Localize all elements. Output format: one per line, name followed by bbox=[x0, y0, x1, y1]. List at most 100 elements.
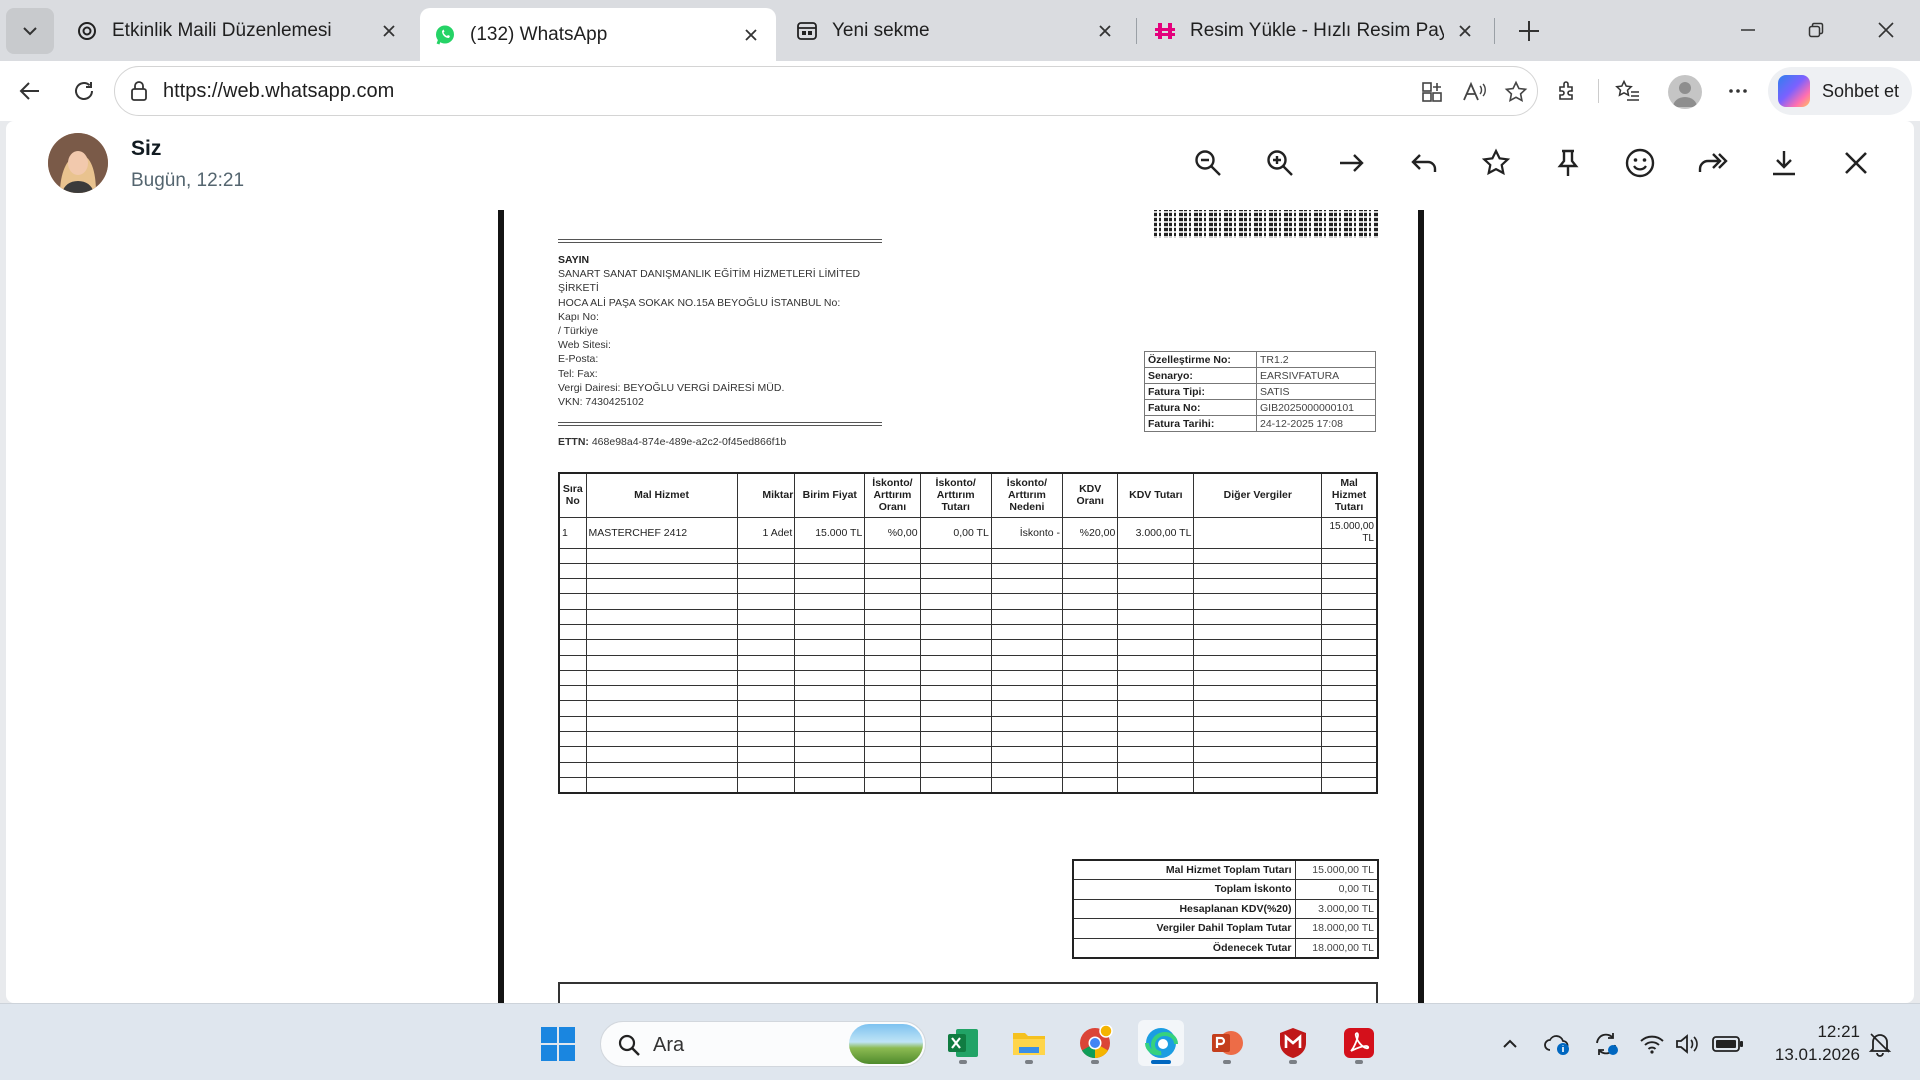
table-cell-empty bbox=[585, 547, 738, 564]
avatar[interactable] bbox=[48, 133, 108, 193]
mcafee-shield-icon bbox=[1280, 1028, 1306, 1058]
total-key: Vergiler Dahil Toplam Tutar bbox=[1072, 918, 1296, 939]
taskbar-acrobat[interactable] bbox=[1336, 1020, 1382, 1066]
zoom-in-button[interactable] bbox=[1258, 141, 1302, 185]
star-button[interactable] bbox=[1474, 141, 1518, 185]
close-icon[interactable] bbox=[1454, 20, 1476, 42]
battery-tray-icon[interactable] bbox=[1712, 1028, 1744, 1060]
table-cell-empty bbox=[794, 623, 866, 641]
close-icon[interactable] bbox=[378, 20, 400, 42]
taskbar-chrome[interactable] bbox=[1072, 1020, 1118, 1066]
table-cell-empty bbox=[736, 776, 796, 794]
wifi-tray-icon[interactable] bbox=[1636, 1028, 1668, 1060]
show-hidden-icons-button[interactable] bbox=[1494, 1028, 1526, 1060]
taskbar-file-explorer[interactable] bbox=[1006, 1020, 1052, 1066]
new-tab-button[interactable] bbox=[1510, 12, 1548, 50]
taskbar-edge[interactable] bbox=[1138, 1020, 1184, 1066]
back-button[interactable] bbox=[10, 71, 50, 111]
forward-icon bbox=[1698, 153, 1728, 172]
table-cell-empty bbox=[1193, 623, 1323, 641]
refresh-button[interactable] bbox=[64, 71, 104, 111]
minimize-button[interactable] bbox=[1720, 8, 1776, 52]
taskbar: Ara 12:21 13.01.2026 bbox=[0, 1003, 1920, 1080]
table-cell-empty bbox=[736, 685, 796, 702]
taskbar-powerpoint[interactable] bbox=[1204, 1020, 1250, 1066]
taskbar-search[interactable]: Ara bbox=[600, 1021, 926, 1067]
close-window-button[interactable] bbox=[1858, 8, 1914, 52]
table-cell-empty bbox=[1062, 669, 1119, 687]
copilot-icon bbox=[1778, 75, 1810, 107]
favorite-star-icon[interactable] bbox=[1501, 77, 1531, 107]
totals-row: Toplam İskonto 0,00 TL bbox=[1072, 879, 1379, 900]
tab-yeni-sekme[interactable]: Yeni sekme bbox=[782, 8, 1130, 54]
favorites-button[interactable] bbox=[1608, 71, 1648, 111]
onedrive-tray-icon[interactable] bbox=[1542, 1028, 1574, 1060]
tab-etkinlik[interactable]: Etkinlik Maili Düzenlemesi bbox=[62, 8, 414, 54]
address-url[interactable]: https://web.whatsapp.com bbox=[163, 80, 394, 103]
close-icon[interactable] bbox=[740, 24, 762, 46]
table-cell-empty bbox=[990, 700, 1064, 717]
meta-key: Fatura Tipi: bbox=[1144, 383, 1257, 400]
zoom-out-button[interactable] bbox=[1186, 141, 1230, 185]
profile-avatar[interactable] bbox=[1668, 75, 1702, 109]
table-cell-empty bbox=[736, 715, 796, 733]
sync-tray-icon[interactable] bbox=[1590, 1028, 1622, 1060]
notification-bell-icon bbox=[1868, 1033, 1892, 1057]
table-row-empty bbox=[558, 700, 1378, 717]
volume-tray-icon[interactable] bbox=[1672, 1028, 1704, 1060]
go-to-message-button[interactable] bbox=[1330, 141, 1374, 185]
table-cell-empty bbox=[736, 761, 796, 778]
table-cell-empty bbox=[794, 578, 866, 595]
address-bar[interactable]: https://web.whatsapp.com bbox=[114, 66, 1538, 116]
emoji-icon bbox=[1625, 148, 1655, 178]
table-cell-empty bbox=[1321, 746, 1378, 763]
arrow-left-icon bbox=[19, 82, 39, 100]
table-cell-empty bbox=[1117, 639, 1195, 656]
ettn-line: ETTN: 468e98a4-874e-489e-a2c2-0f45ed866f… bbox=[558, 436, 786, 448]
table-cell-empty bbox=[794, 562, 866, 580]
reply-icon bbox=[1411, 154, 1437, 172]
close-viewer-button[interactable] bbox=[1834, 141, 1878, 185]
notifications-tray-icon[interactable] bbox=[1864, 1028, 1896, 1060]
close-icon[interactable] bbox=[1094, 20, 1116, 42]
running-indicator bbox=[1289, 1060, 1297, 1064]
table-cell-empty bbox=[736, 578, 796, 595]
table-cell-empty bbox=[794, 731, 866, 748]
download-button[interactable] bbox=[1762, 141, 1806, 185]
settings-more-button[interactable] bbox=[1718, 71, 1758, 111]
table-cell-empty bbox=[1062, 578, 1119, 595]
column-header: İskonto/ Arttırım Tutarı bbox=[919, 472, 992, 518]
forward-button[interactable] bbox=[1690, 141, 1734, 185]
read-aloud-icon[interactable] bbox=[1459, 77, 1489, 107]
cell-birim-fiyat: 15.000 TL bbox=[794, 516, 866, 549]
app-available-icon[interactable] bbox=[1417, 77, 1447, 107]
close-icon bbox=[1845, 152, 1867, 174]
tab-resim-yukle[interactable]: Resim Yükle - Hızlı Resim Paylaş - İ bbox=[1140, 8, 1490, 54]
tab-whatsapp[interactable]: (132) WhatsApp bbox=[420, 8, 776, 61]
extensions-button[interactable] bbox=[1548, 71, 1588, 111]
copilot-chat-button[interactable]: Sohbet et bbox=[1768, 67, 1912, 115]
tab-actions-menu-button[interactable] bbox=[6, 8, 54, 54]
start-button[interactable] bbox=[540, 1026, 576, 1062]
running-indicator bbox=[1025, 1060, 1033, 1064]
table-cell-empty bbox=[794, 608, 866, 625]
lock-icon[interactable] bbox=[129, 80, 149, 107]
buyer-web: Web Sitesi: bbox=[558, 339, 611, 352]
taskbar-excel[interactable] bbox=[940, 1020, 986, 1066]
column-header: Sıra No bbox=[558, 472, 587, 518]
restore-button[interactable] bbox=[1788, 8, 1844, 52]
taskbar-mcafee[interactable] bbox=[1270, 1020, 1316, 1066]
table-cell-empty bbox=[794, 761, 866, 778]
pin-button[interactable] bbox=[1546, 141, 1590, 185]
table-row-empty bbox=[558, 685, 1378, 702]
react-button[interactable] bbox=[1618, 141, 1662, 185]
meta-key: Fatura No: bbox=[1144, 399, 1257, 416]
arrow-right-icon bbox=[1340, 154, 1364, 172]
table-cell-empty bbox=[1321, 639, 1378, 656]
system-clock[interactable]: 12:21 13.01.2026 bbox=[1766, 1020, 1860, 1066]
table-cell-empty bbox=[794, 593, 866, 610]
meta-value: GIB2025000000101 bbox=[1256, 399, 1376, 416]
reply-button[interactable] bbox=[1402, 141, 1446, 185]
table-cell-empty bbox=[990, 562, 1064, 580]
table-cell-empty bbox=[990, 776, 1064, 794]
